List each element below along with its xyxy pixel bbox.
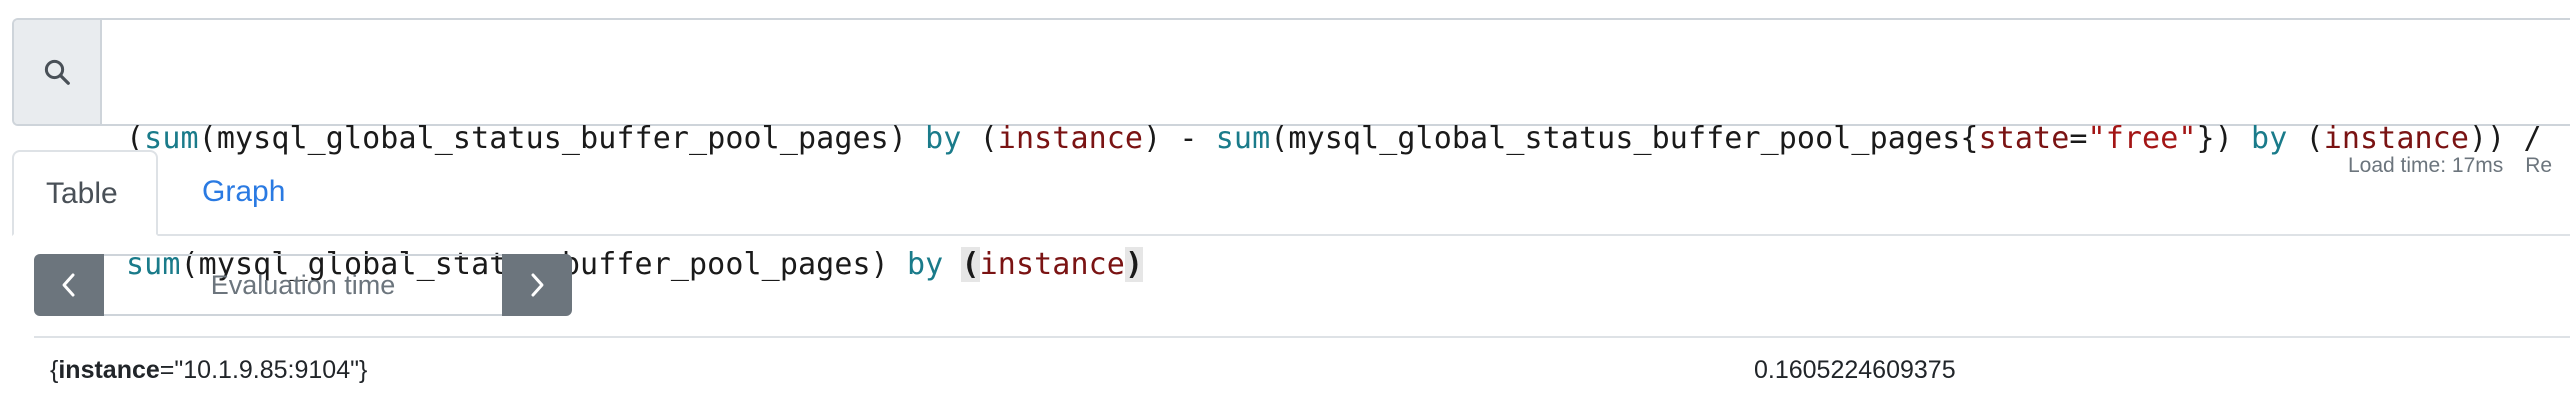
tab-table[interactable]: Table (12, 150, 158, 236)
query-token: by (906, 247, 944, 282)
tab-graph[interactable]: Graph (170, 150, 317, 234)
previous-time-button[interactable] (34, 254, 104, 316)
query-token: ) (1124, 247, 1144, 282)
chevron-right-icon (531, 273, 544, 297)
chevron-left-icon (62, 273, 75, 297)
search-icon (44, 59, 70, 85)
series-value: 0.1605224609375 (1754, 356, 1956, 384)
label-name: instance (58, 356, 160, 384)
search-addon (14, 20, 102, 124)
evaluation-time-control: Evaluation time (34, 254, 574, 316)
query-token: instance (979, 247, 1125, 282)
load-time-text: Load time: 17ms (2348, 154, 2504, 177)
next-time-button[interactable] (502, 254, 572, 316)
table-row: {instance="10.1.9.85:9104"} 0.1605224609… (34, 338, 2570, 404)
load-time-status: Load time: 17ms Re (2348, 154, 2552, 178)
result-tabs: Table Graph (12, 150, 2570, 236)
query-token: ( (961, 247, 980, 282)
query-editor[interactable]: (sum(mysql_global_status_buffer_pool_pag… (12, 18, 2570, 282)
evaluation-time-input[interactable]: Evaluation time (104, 254, 502, 316)
query-token (943, 247, 961, 282)
label-value: "10.1.9.85:9104" (174, 356, 359, 384)
result-table: {instance="10.1.9.85:9104"} 0.1605224609… (34, 336, 2570, 404)
status-trailing-text: Re (2525, 154, 2553, 177)
series-labels: {instance="10.1.9.85:9104"} (50, 356, 368, 384)
